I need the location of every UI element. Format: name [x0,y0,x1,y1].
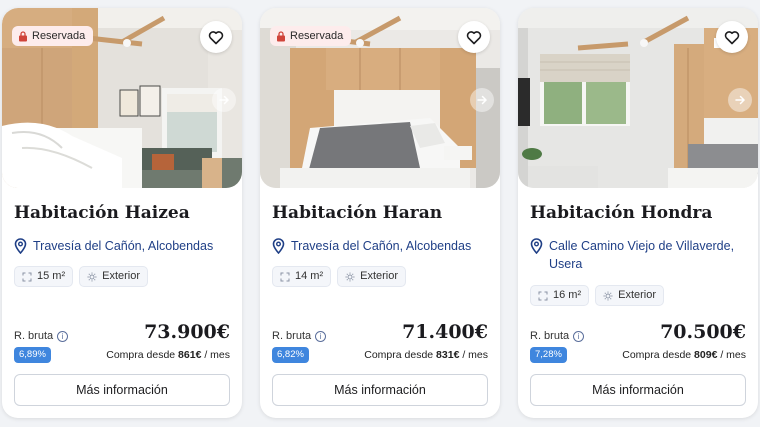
monthly-suffix: / mes [462,349,488,361]
gross-yield-label: R. bruta i [14,330,69,342]
listing-location: Calle Camino Viejo de Villaverde, Usera [530,237,748,273]
location-text: Calle Camino Viejo de Villaverde, Usera [549,239,735,271]
area-tag: 16 m² [530,285,590,306]
room-photo[interactable] [518,8,758,188]
yield-badge: 6,89% [14,347,51,363]
orientation-tag: Exterior [595,285,665,306]
monthly-prefix: Compra desde [106,349,176,361]
heart-icon [208,30,224,44]
orientation-value: Exterior [102,270,141,282]
listing-title[interactable]: Habitación Hondra [530,203,746,223]
monthly-payment: Compra desde 861€ / mes [106,349,230,361]
gross-yield-text: R. bruta [530,330,570,342]
monthly-suffix: / mes [204,349,230,361]
sun-icon [87,272,97,281]
orientation-value: Exterior [360,270,399,282]
orientation-value: Exterior [618,289,657,301]
room-photo[interactable]: Reservada [2,8,242,188]
listing-title[interactable]: Habitación Haran [272,203,488,223]
monthly-payment: Compra desde 809€ / mes [622,349,746,361]
reserved-badge: Reservada [12,26,94,46]
listing-price: 73.900€ [144,321,230,343]
listing-price: 70.500€ [660,321,746,343]
monthly-payment: Compra desde 831€ / mes [364,349,488,361]
area-tag: 15 m² [14,266,74,287]
favorite-button[interactable] [716,21,748,53]
expand-icon [280,272,290,281]
map-pin-icon [272,238,285,254]
orientation-tag: Exterior [79,266,149,287]
gross-yield-label: R. bruta i [272,330,327,342]
next-photo-button[interactable] [728,88,752,112]
monthly-prefix: Compra desde [364,349,434,361]
arrow-right-icon [477,95,488,105]
info-icon[interactable]: i [315,330,327,342]
monthly-prefix: Compra desde [622,349,692,361]
next-photo-button[interactable] [470,88,494,112]
listing-location: Travesía del Cañón, Alcobendas [14,237,232,255]
gross-yield-text: R. bruta [14,330,54,342]
expand-icon [538,291,548,300]
listing-location: Travesía del Cañón, Alcobendas [272,237,490,255]
info-icon[interactable]: i [57,330,69,342]
location-text: Travesía del Cañón, Alcobendas [291,239,472,253]
arrow-right-icon [735,95,746,105]
feature-tags: 16 m² Exterior [530,285,665,306]
map-pin-icon [530,238,543,254]
sun-icon [603,291,613,300]
next-photo-button[interactable] [212,88,236,112]
listing-card-hondra[interactable]: Habitación Hondra Calle Camino Viejo de … [518,8,758,418]
info-icon[interactable]: i [573,330,585,342]
favorite-button[interactable] [458,21,490,53]
monthly-suffix: / mes [720,349,746,361]
area-value: 16 m² [553,289,582,301]
area-value: 14 m² [295,270,324,282]
room-photo[interactable]: Reservada [260,8,500,188]
feature-tags: 15 m² Exterior [14,266,149,287]
yield-badge: 6,82% [272,347,309,363]
orientation-tag: Exterior [337,266,407,287]
listing-card-haizea[interactable]: Reservada Habitación Haizea Travesía del… [2,8,242,418]
reserved-badge-label: Reservada [32,30,86,42]
lock-icon [19,30,27,41]
arrow-right-icon [219,95,230,105]
listing-title[interactable]: Habitación Haizea [14,203,230,223]
monthly-amount: 861€ [178,349,202,361]
more-info-button[interactable]: Más información [272,374,488,406]
location-text: Travesía del Cañón, Alcobendas [33,239,214,253]
lock-icon [277,30,285,41]
more-info-button[interactable]: Más información [530,374,746,406]
monthly-amount: 809€ [694,349,718,361]
sun-icon [345,272,355,281]
listing-price: 71.400€ [402,321,488,343]
reserved-badge-label: Reservada [290,30,344,42]
more-info-button[interactable]: Más información [14,374,230,406]
gross-yield-text: R. bruta [272,330,312,342]
expand-icon [22,272,32,281]
listing-row: Reservada Habitación Haizea Travesía del… [0,0,760,427]
reserved-badge: Reservada [270,26,352,46]
heart-icon [466,30,482,44]
area-tag: 14 m² [272,266,332,287]
yield-badge: 7,28% [530,347,567,363]
favorite-button[interactable] [200,21,232,53]
heart-icon [724,30,740,44]
map-pin-icon [14,238,27,254]
monthly-amount: 831€ [436,349,460,361]
area-value: 15 m² [37,270,66,282]
listing-card-haran[interactable]: Reservada Habitación Haran Travesía del … [260,8,500,418]
gross-yield-label: R. bruta i [530,330,585,342]
feature-tags: 14 m² Exterior [272,266,407,287]
